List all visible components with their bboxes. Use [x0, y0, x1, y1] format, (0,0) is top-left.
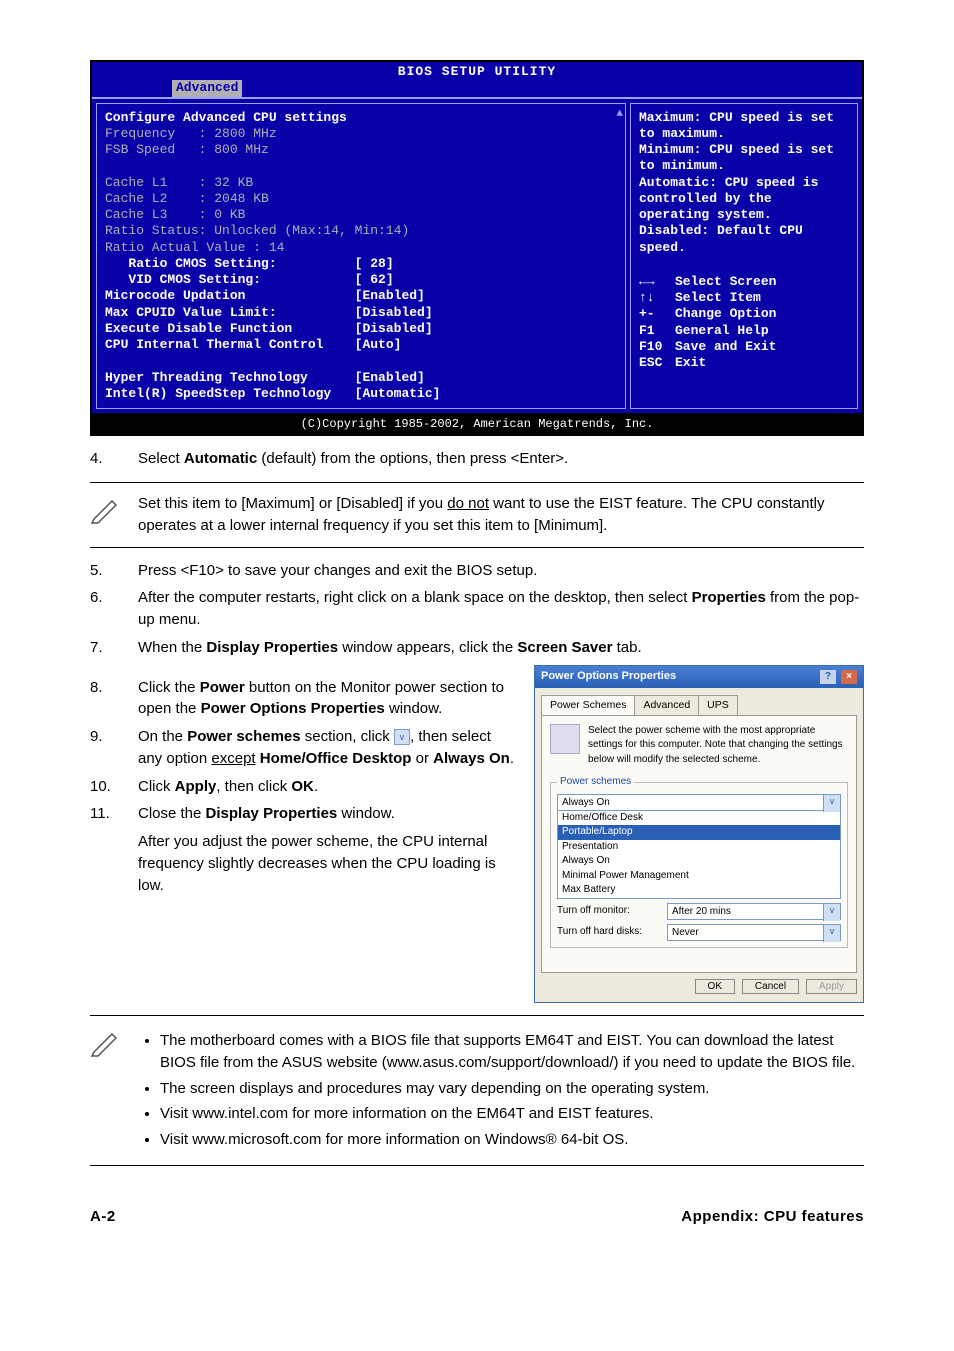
close-icon[interactable]: ×	[841, 670, 857, 684]
dropdown-option[interactable]: Portable/Laptop	[558, 825, 840, 840]
bios-screenshot: BIOS SETUP UTILITY Advanced ▲ Configure …	[90, 60, 864, 415]
note-box: Set this item to [Maximum] or [Disabled]…	[90, 482, 864, 548]
step-number: 10.	[90, 776, 138, 798]
dialog-pane: Select the power scheme with the most ap…	[541, 715, 857, 973]
turn-off-disks-label: Turn off hard disks:	[557, 925, 667, 940]
step-number: 6.	[90, 587, 138, 631]
bios-key-hint: ESCExit	[639, 355, 849, 371]
dialog-titlebar: Power Options Properties ? ×	[535, 666, 863, 688]
bios-setting-row	[105, 353, 617, 369]
cancel-button[interactable]: Cancel	[742, 979, 799, 994]
power-scheme-select[interactable]: Always On v	[557, 794, 841, 811]
power-options-dialog: Power Options Properties ? × Power Schem…	[534, 665, 864, 1003]
bios-info-line: Cache L3 : 0 KB	[105, 207, 617, 223]
bios-key-hint: F10Save and Exit	[639, 339, 849, 355]
step-number: 11.	[90, 803, 138, 896]
fieldset-legend: Power schemes	[557, 775, 634, 790]
bios-key-hint: ↑↓Select Item	[639, 290, 849, 306]
bios-setting-row: Execute Disable Function [Disabled]	[105, 321, 617, 337]
dropdown-option[interactable]: Presentation	[558, 840, 840, 855]
help-icon[interactable]: ?	[820, 670, 836, 684]
bios-setting-row: Hyper Threading Technology [Enabled]	[105, 370, 617, 386]
bios-help-text: Maximum: CPU speed is set to maximum. Mi…	[639, 110, 849, 256]
bios-key-hint: F1General Help	[639, 323, 849, 339]
step-number: 9.	[90, 726, 138, 770]
ok-button[interactable]: OK	[695, 979, 735, 994]
turn-off-disks-select[interactable]: Never v	[667, 924, 841, 941]
tab-ups[interactable]: UPS	[698, 695, 738, 716]
step-number: 5.	[90, 560, 138, 582]
note-item: Visit www.intel.com for more information…	[160, 1103, 864, 1125]
bios-setting-row: Intel(R) SpeedStep Technology [Automatic…	[105, 386, 617, 402]
bios-left-pane: ▲ Configure Advanced CPU settings Freque…	[96, 103, 626, 410]
turn-off-monitor-select[interactable]: After 20 mins v	[667, 903, 841, 920]
bios-setting-row: Microcode Updation [Enabled]	[105, 288, 617, 304]
pencil-icon	[90, 1026, 138, 1155]
bios-info-line: Cache L2 : 2048 KB	[105, 191, 617, 207]
tab-power-schemes[interactable]: Power Schemes	[541, 695, 635, 716]
step-number: 8.	[90, 677, 138, 721]
step-text: Select Automatic (default) from the opti…	[138, 448, 864, 470]
bios-title: BIOS SETUP UTILITY	[92, 62, 862, 80]
scroll-up-icon: ▲	[616, 108, 623, 122]
bios-setting-row: Ratio CMOS Setting: [ 28]	[105, 256, 617, 272]
bios-info-line: Ratio Status: Unlocked (Max:14, Min:14)	[105, 223, 617, 239]
dropdown-option[interactable]: Home/Office Desk	[558, 811, 840, 826]
bios-right-pane: Maximum: CPU speed is set to maximum. Mi…	[630, 103, 858, 410]
chevron-down-icon[interactable]: v	[823, 904, 840, 921]
power-scheme-dropdown[interactable]: Home/Office DeskPortable/LaptopPresentat…	[557, 811, 841, 899]
note-list: The motherboard comes with a BIOS file t…	[160, 1030, 864, 1151]
chevron-down-icon[interactable]: v	[823, 925, 840, 942]
section-title: Appendix: CPU features	[681, 1206, 864, 1228]
step-text: Click Apply, then click OK.	[138, 776, 518, 798]
step-text: On the Power schemes section, click v, t…	[138, 726, 518, 770]
note-item: The screen displays and procedures may v…	[160, 1078, 864, 1100]
note-item: The motherboard comes with a BIOS file t…	[160, 1030, 864, 1074]
bios-info-line	[105, 158, 617, 174]
dialog-title: Power Options Properties	[541, 669, 676, 685]
note-item: Visit www.microsoft.com for more informa…	[160, 1129, 864, 1151]
bios-info-line: FSB Speed : 800 MHz	[105, 142, 617, 158]
dropdown-option[interactable]: Minimal Power Management	[558, 869, 840, 884]
step-text: Press <F10> to save your changes and exi…	[138, 560, 864, 582]
turn-off-monitor-label: Turn off monitor:	[557, 904, 667, 919]
step-number: 7.	[90, 637, 138, 659]
bios-heading: Configure Advanced CPU settings	[105, 110, 617, 126]
note-box: The motherboard comes with a BIOS file t…	[90, 1015, 864, 1166]
pencil-icon	[90, 493, 138, 537]
bios-setting-row: CPU Internal Thermal Control [Auto]	[105, 337, 617, 353]
chevron-down-icon[interactable]: v	[823, 795, 840, 812]
tab-advanced[interactable]: Advanced	[634, 695, 699, 716]
step-text: After the computer restarts, right click…	[138, 587, 864, 631]
bios-setting-row: VID CMOS Setting: [ 62]	[105, 272, 617, 288]
dropdown-icon: v	[394, 729, 410, 745]
note-text: Set this item to [Maximum] or [Disabled]…	[138, 493, 864, 537]
bios-setting-row: Max CPUID Value Limit: [Disabled]	[105, 305, 617, 321]
step-text: Click the Power button on the Monitor po…	[138, 677, 518, 721]
dropdown-option[interactable]: Always On	[558, 854, 840, 869]
apply-button[interactable]: Apply	[806, 979, 857, 994]
bios-tab-advanced: Advanced	[172, 80, 242, 96]
step-text: Close the Display Properties window. Aft…	[138, 803, 518, 896]
step-number: 4.	[90, 448, 138, 470]
dialog-description: Select the power scheme with the most ap…	[588, 724, 848, 768]
bios-copyright: (C)Copyright 1985-2002, American Megatre…	[90, 415, 864, 436]
power-scheme-icon	[550, 724, 580, 754]
bios-info-line: Frequency : 2800 MHz	[105, 126, 617, 142]
dropdown-option[interactable]: Max Battery	[558, 883, 840, 898]
dialog-tabs: Power SchemesAdvancedUPS	[535, 688, 863, 715]
bios-info-line: Ratio Actual Value : 14	[105, 240, 617, 256]
bios-key-hint: +-Change Option	[639, 306, 849, 322]
page-number: A-2	[90, 1206, 116, 1228]
bios-key-hint: ←→Select Screen	[639, 274, 849, 290]
page-footer: A-2 Appendix: CPU features	[90, 1206, 864, 1228]
bios-info-line: Cache L1 : 32 KB	[105, 175, 617, 191]
step-text: When the Display Properties window appea…	[138, 637, 864, 659]
